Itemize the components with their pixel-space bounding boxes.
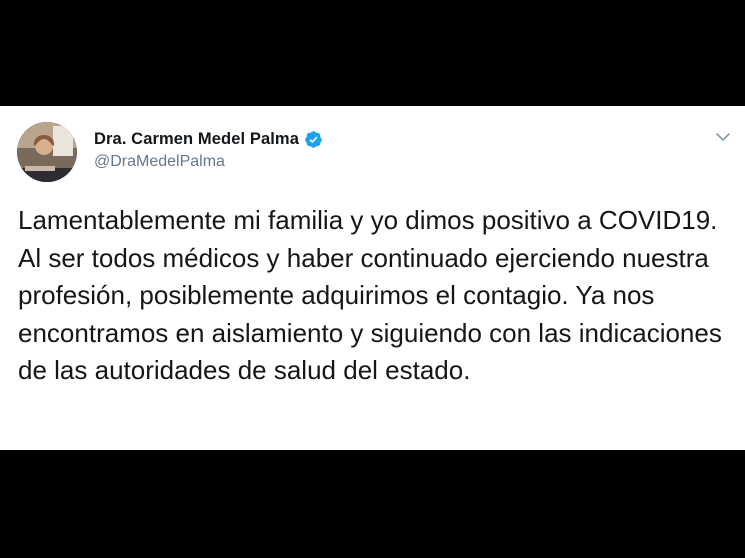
avatar[interactable] [17,122,77,182]
chevron-down-icon[interactable] [715,130,731,142]
author-handle[interactable]: @DraMedelPalma [94,153,323,171]
avatar-image [17,122,77,182]
author-display-name[interactable]: Dra. Carmen Medel Palma [94,130,299,149]
screenshot-frame: Dra. Carmen Medel Palma @DraMedelPalma L… [0,0,745,558]
tweet-card: Dra. Carmen Medel Palma @DraMedelPalma L… [0,106,745,450]
name-row: Dra. Carmen Medel Palma [94,128,323,150]
verified-badge-icon [304,130,323,149]
tweet-author: Dra. Carmen Medel Palma @DraMedelPalma [94,128,323,171]
tweet-text: Lamentablemente mi familia y yo dimos po… [18,205,722,385]
